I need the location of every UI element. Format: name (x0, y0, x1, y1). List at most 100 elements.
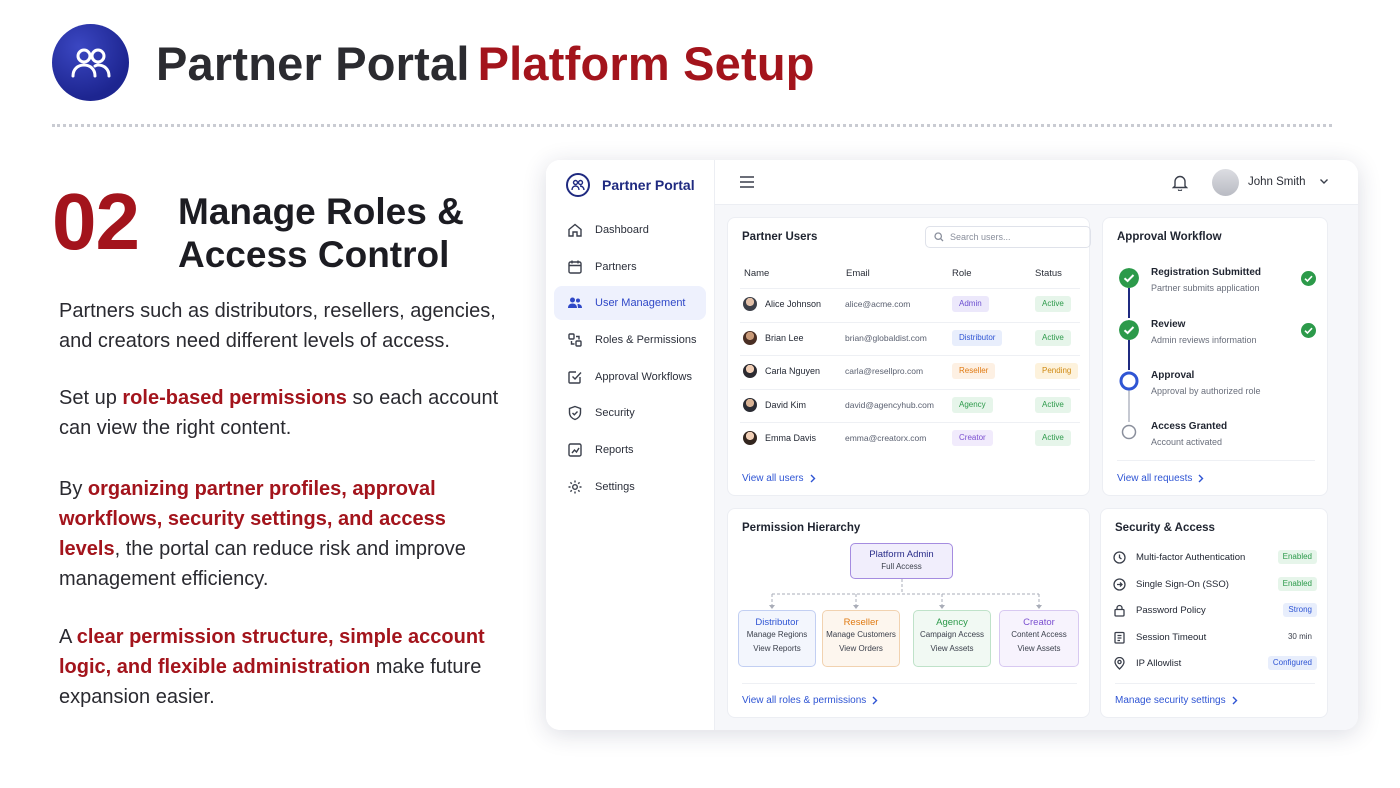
user-name-cell: Carla Nguyen (765, 366, 821, 376)
avatar (743, 431, 757, 445)
security-label: Password Policy (1136, 605, 1206, 616)
user-email-cell: carla@resellpro.com (845, 366, 924, 376)
table-row[interactable]: David Kim david@agencyhub.com Agency Act… (740, 388, 1080, 423)
check-circle-icon (1301, 323, 1316, 338)
table-row[interactable]: Brian Lee brian@globaldist.com Distribut… (740, 321, 1080, 356)
avatar (743, 297, 757, 311)
check-square-icon (568, 371, 582, 384)
card-title: Security & Access (1115, 522, 1215, 534)
search-icon (934, 232, 944, 242)
user-name-cell: David Kim (765, 399, 807, 410)
sidebar-item-reports[interactable]: Reports (554, 433, 706, 467)
col-name: Name (744, 268, 770, 279)
sidebar-item-label: User Management (595, 297, 686, 310)
security-label: Session Timeout (1136, 631, 1207, 643)
step-title: Registration Submitted (1151, 267, 1262, 278)
status-badge: Configured (1267, 656, 1317, 670)
partner-users-card: Partner Users Search users... Name Email… (727, 217, 1091, 496)
sidebar-brand[interactable]: Partner Portal (566, 173, 695, 197)
role-permission: Manage Customers (826, 630, 896, 639)
pending-step-icon (1121, 424, 1137, 440)
check-circle-icon (1119, 320, 1139, 340)
chevron-right-icon (1198, 474, 1204, 483)
divider (742, 683, 1077, 684)
status-value: 30 min (1287, 631, 1312, 641)
hierarchy-node-creator[interactable]: Creator Content Access View Assets (999, 610, 1079, 667)
paragraph-1: Partners such as distributors, resellers… (59, 300, 496, 352)
location-icon (1114, 657, 1125, 670)
user-name[interactable]: John Smith (1248, 176, 1306, 188)
col-role: Role (952, 268, 972, 279)
card-title: Approval Workflow (1117, 231, 1222, 243)
chart-icon (568, 443, 582, 457)
search-input[interactable]: Search users... (925, 226, 1091, 248)
step-subtitle: Approval by authorized role (1151, 386, 1261, 396)
gear-icon (568, 480, 582, 494)
users-icon (566, 173, 590, 197)
table-row[interactable]: Alice Johnson alice@acme.com Admin Activ… (740, 288, 1080, 322)
manage-security-link[interactable]: Manage security settings (1115, 695, 1238, 706)
avatar[interactable] (1212, 169, 1239, 196)
link-label: View all roles & permissions (742, 695, 867, 706)
sidebar-item-settings[interactable]: Settings (554, 470, 706, 504)
status-badge: Active (1035, 430, 1071, 446)
table-row[interactable]: Emma Davis emma@creatorx.com Creator Act… (740, 422, 1080, 456)
p2-highlight: role-based permissions (122, 387, 347, 409)
role-subtitle: Full Access (881, 562, 922, 571)
view-all-roles-link[interactable]: View all roles & permissions (742, 695, 878, 706)
title-main: Partner Portal (156, 37, 470, 90)
hierarchy-root[interactable]: Platform Admin Full Access (850, 543, 953, 579)
step-title: Approval (1151, 370, 1195, 381)
user-email-cell: emma@creatorx.com (845, 433, 927, 443)
menu-icon[interactable] (739, 175, 755, 189)
sso-icon (1113, 577, 1126, 591)
chevron-down-icon[interactable] (1319, 177, 1329, 185)
status-badge: Enabled (1277, 576, 1317, 591)
p3-text-a: By (59, 478, 88, 500)
check-circle-icon (1119, 268, 1139, 288)
bell-icon[interactable] (1172, 174, 1188, 191)
current-step-icon (1119, 371, 1139, 391)
security-row[interactable]: Password Policy Strong (1101, 601, 1329, 628)
security-row[interactable]: IP Allowlist Configured (1101, 654, 1329, 681)
sidebar-item-partners[interactable]: Partners (554, 250, 706, 284)
hierarchy-node-distributor[interactable]: Distributor Manage Regions View Reports (738, 610, 816, 667)
status-badge: Strong (1283, 603, 1317, 617)
view-all-requests-link[interactable]: View all requests (1117, 473, 1204, 484)
security-row[interactable]: Session Timeout 30 min (1101, 628, 1329, 655)
logo-badge (52, 24, 129, 101)
sidebar-nav: Dashboard Partners User Management Roles… (554, 213, 706, 507)
role-title: Platform Admin (869, 549, 934, 560)
security-row[interactable]: Single Sign-On (SSO) Enabled (1101, 575, 1329, 602)
chevron-right-icon (1232, 696, 1238, 705)
view-all-users-link[interactable]: View all users (742, 473, 816, 484)
sidebar-item-security[interactable]: Security (554, 396, 706, 430)
shield-icon (568, 406, 582, 421)
timer-icon (1114, 631, 1125, 644)
role-badge: Admin (952, 296, 989, 312)
sidebar-item-dashboard[interactable]: Dashboard (554, 213, 706, 247)
sidebar-item-roles-permissions[interactable]: Roles & Permissions (554, 323, 706, 357)
step-subtitle: Account activated (1151, 437, 1223, 447)
security-row[interactable]: Multi-factor Authentication Enabled (1101, 548, 1329, 575)
sidebar-item-approval-workflows[interactable]: Approval Workflows (554, 360, 706, 394)
role-title: Agency (936, 617, 968, 628)
section-number: 02 (52, 177, 140, 266)
role-permission: View Assets (1017, 644, 1061, 653)
table-row[interactable]: Carla Nguyen carla@resellpro.com Reselle… (740, 355, 1080, 389)
role-title: Distributor (755, 617, 799, 628)
role-title: Creator (1023, 617, 1055, 628)
hierarchy-node-agency[interactable]: Agency Campaign Access View Assets (913, 610, 991, 667)
security-access-card: Security & Access Multi-factor Authentic… (1100, 508, 1328, 718)
sidebar-item-label: Settings (595, 480, 635, 493)
role-permission: Campaign Access (919, 630, 985, 639)
role-badge: Distributor (952, 329, 1003, 346)
security-label: IP Allowlist (1136, 658, 1182, 669)
approval-workflow-card: Approval Workflow Registration Submitted… (1102, 217, 1328, 496)
permission-hierarchy-card: Permission Hierarchy Platform Admin Full… (727, 508, 1090, 718)
step-connector (1128, 340, 1130, 370)
main-area: John Smith Partner Users Search users...… (715, 160, 1358, 730)
user-email-cell: brian@globaldist.com (845, 332, 927, 343)
hierarchy-node-reseller[interactable]: Reseller Manage Customers View Orders (822, 610, 900, 667)
sidebar-item-user-management[interactable]: User Management (554, 286, 706, 321)
